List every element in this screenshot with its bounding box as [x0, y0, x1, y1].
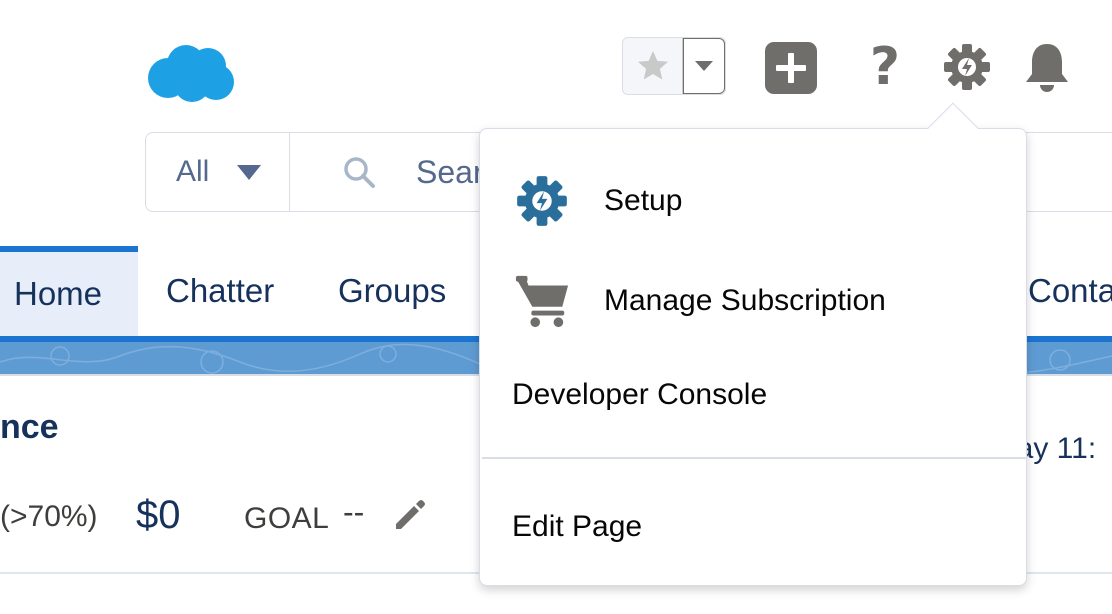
menu-item-label: Manage Subscription	[604, 284, 886, 317]
global-actions-button[interactable]	[765, 42, 817, 94]
menu-item-label: Edit Page	[512, 510, 643, 543]
search-icon	[344, 157, 375, 188]
menu-item-developer-console[interactable]: Developer Console	[480, 367, 1026, 423]
tab-label: Conta	[1028, 272, 1112, 309]
menu-item-manage-subscription[interactable]: Manage Subscription	[480, 269, 1026, 333]
favorites-control	[622, 37, 726, 95]
menu-item-label: Developer Console	[512, 378, 768, 411]
help-button[interactable]: ?	[858, 37, 912, 97]
salesforce-logo[interactable]	[146, 42, 236, 104]
menu-item-label: Setup	[604, 184, 683, 217]
cart-icon	[514, 273, 570, 329]
goal-label: GOAL	[244, 502, 330, 535]
setup-gear-button[interactable]	[940, 40, 994, 94]
setup-gear-icon	[514, 173, 570, 229]
section-title: nce	[0, 408, 59, 446]
search-scope-label: All	[176, 155, 210, 188]
pencil-icon	[396, 500, 425, 529]
tab-groups[interactable]: Groups	[338, 246, 446, 336]
tab-label: Home	[14, 275, 103, 312]
tab-contacts[interactable]: Conta	[1028, 246, 1112, 336]
tab-label: Groups	[338, 272, 447, 309]
menu-divider	[482, 457, 1026, 459]
metric-value: $0	[136, 493, 181, 537]
favorites-star-button[interactable]	[623, 38, 683, 94]
gear-icon	[944, 44, 990, 90]
search-scope-dropdown[interactable]: All	[146, 133, 290, 211]
edit-goal-button[interactable]	[392, 498, 426, 532]
bell-icon	[1026, 44, 1068, 92]
plus-icon	[776, 53, 806, 83]
setup-menu: Setup Manage Subscription Developer Cons…	[479, 128, 1027, 586]
tab-chatter[interactable]: Chatter	[166, 246, 274, 336]
cloud-logo-icon	[148, 45, 234, 102]
goal-value: --	[343, 494, 365, 530]
help-icon: ?	[869, 37, 901, 97]
tab-home[interactable]: Home	[0, 246, 138, 336]
tab-label: Chatter	[166, 272, 275, 309]
star-icon	[637, 51, 668, 80]
chevron-down-icon	[695, 61, 713, 71]
caret-down-icon	[237, 164, 262, 180]
notifications-button[interactable]	[1020, 40, 1074, 94]
menu-item-setup[interactable]: Setup	[480, 169, 1026, 233]
metric-label: (>70%)	[0, 500, 98, 533]
favorites-dropdown-button[interactable]	[683, 38, 725, 94]
menu-item-edit-page[interactable]: Edit Page	[480, 499, 1026, 555]
